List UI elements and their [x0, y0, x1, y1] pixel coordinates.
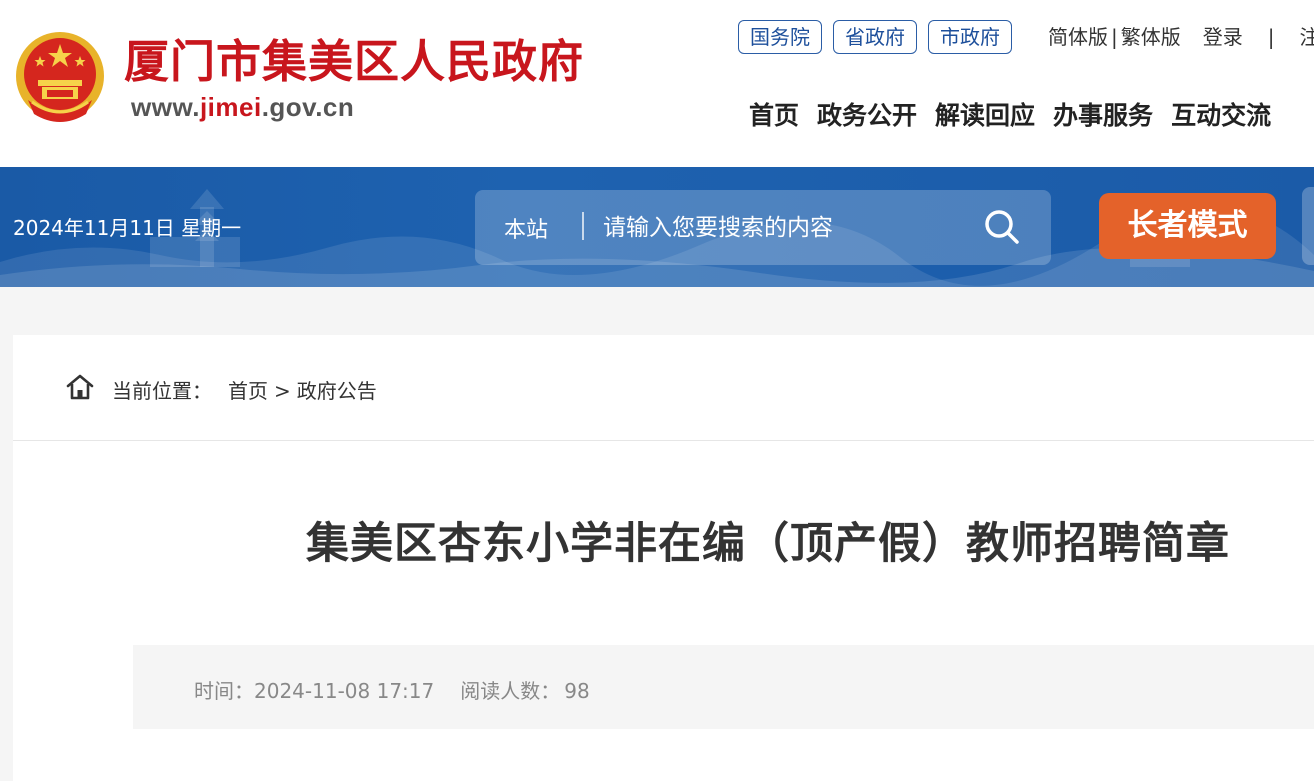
nav-item-gov-affairs[interactable]: 政务公开: [817, 98, 917, 134]
login-link[interactable]: 登录: [1203, 25, 1243, 49]
site-header: 厦门市集美区人民政府 www.jimei.gov.cn 国务院 省政府 市政府 …: [0, 0, 1314, 167]
main-nav: 首页 政务公开 解读回应 办事服务 互动交流: [749, 98, 1271, 134]
time-label: 时间：: [194, 679, 254, 703]
nav-item-interpretation[interactable]: 解读回应: [935, 98, 1035, 134]
nav-item-interaction[interactable]: 互动交流: [1171, 98, 1271, 134]
national-emblem-icon[interactable]: [14, 30, 106, 126]
gov-link-city[interactable]: 市政府: [928, 20, 1012, 54]
main-content: 当前位置： 首页 > 政府公告 集美区杏东小学非在编（顶产假）教师招聘简章 时间：20…: [13, 335, 1314, 781]
current-date: 2024年11月11日 星期一: [13, 216, 242, 240]
separator: |: [1267, 25, 1275, 49]
simplified-link[interactable]: 简体版: [1048, 25, 1108, 49]
views-label: 阅读人数：: [460, 679, 561, 703]
views-value: 98: [564, 679, 590, 703]
url-prefix: www.: [131, 92, 200, 122]
banner-side-panel: [1302, 187, 1314, 265]
url-highlight: jimei: [199, 92, 262, 122]
gov-link-state-council[interactable]: 国务院: [738, 20, 822, 54]
search-scope-select[interactable]: 本站: [504, 212, 548, 244]
meta-text: 时间：2024-11-08 17:17 阅读人数： 98: [194, 675, 590, 704]
search-box: 本站: [475, 190, 1051, 265]
search-banner: 2024年11月11日 星期一 本站 长者模式: [0, 167, 1314, 287]
separator: |: [1111, 25, 1118, 49]
article-meta: 时间：2024-11-08 17:17 阅读人数： 98: [133, 645, 1314, 729]
article-title-container: 集美区杏东小学非在编（顶产假）教师招聘简章: [13, 335, 1314, 635]
nav-item-home[interactable]: 首页: [749, 98, 799, 134]
site-title[interactable]: 厦门市集美区人民政府: [124, 34, 584, 90]
nav-item-services[interactable]: 办事服务: [1053, 98, 1153, 134]
elder-mode-button[interactable]: 长者模式: [1099, 193, 1276, 259]
article-title: 集美区杏东小学非在编（顶产假）教师招聘简章: [306, 519, 1230, 569]
register-link[interactable]: 注: [1300, 25, 1314, 49]
site-url: www.jimei.gov.cn: [131, 92, 354, 123]
gov-link-province[interactable]: 省政府: [833, 20, 917, 54]
url-suffix: .gov.cn: [261, 92, 355, 122]
search-divider: [582, 212, 584, 240]
util-links: 简体版 | 繁体版 登录 | 注: [1048, 22, 1314, 52]
traditional-link[interactable]: 繁体版: [1121, 25, 1181, 49]
search-icon[interactable]: [983, 208, 1021, 246]
gov-links: 国务院 省政府 市政府: [738, 20, 1012, 54]
search-input[interactable]: [603, 210, 963, 246]
time-value: 2024-11-08 17:17: [254, 679, 435, 703]
